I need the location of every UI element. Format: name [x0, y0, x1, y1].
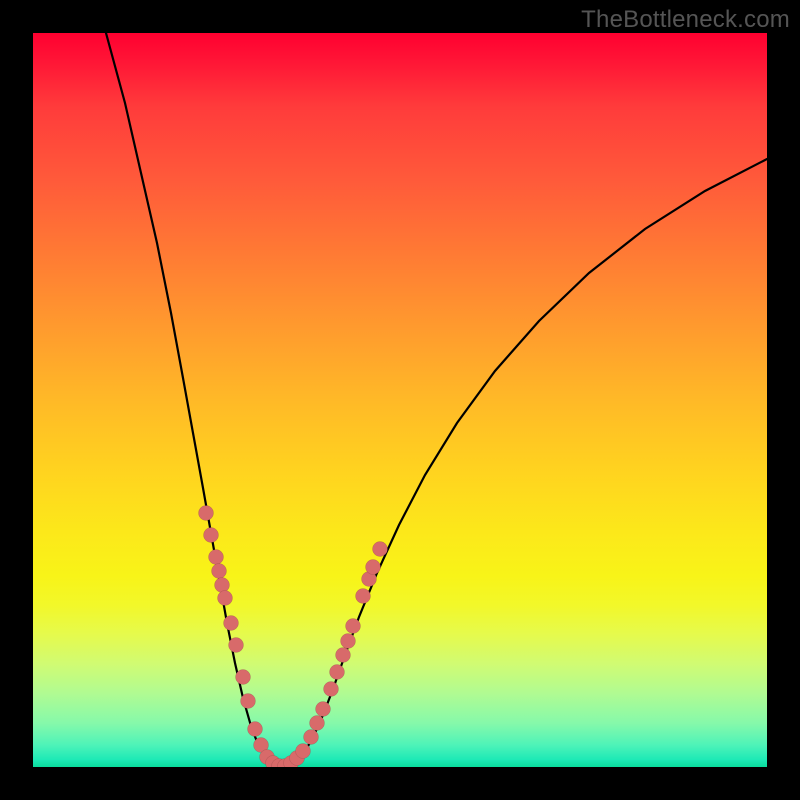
data-dot	[296, 744, 311, 759]
data-dot	[366, 560, 381, 575]
data-dot	[356, 589, 371, 604]
plot-area	[33, 33, 767, 767]
data-dot	[310, 716, 325, 731]
data-dot	[341, 634, 356, 649]
data-dot	[204, 528, 219, 543]
curve-right	[283, 159, 767, 767]
data-dot	[336, 648, 351, 663]
data-dot	[224, 616, 239, 631]
data-dot	[304, 730, 319, 745]
data-dot	[241, 694, 256, 709]
data-dot	[229, 638, 244, 653]
data-dot	[212, 564, 227, 579]
chart-container: TheBottleneck.com	[0, 0, 800, 800]
chart-svg	[33, 33, 767, 767]
data-dots	[199, 506, 388, 768]
data-dot	[373, 542, 388, 557]
data-dot	[324, 682, 339, 697]
data-dot	[248, 722, 263, 737]
data-dot	[316, 702, 331, 717]
data-dot	[236, 670, 251, 685]
data-dot	[330, 665, 345, 680]
data-dot	[215, 578, 230, 593]
watermark-text: TheBottleneck.com	[581, 6, 790, 34]
curve-left	[106, 33, 283, 767]
data-dot	[209, 550, 224, 565]
data-dot	[346, 619, 361, 634]
data-dot	[199, 506, 214, 521]
data-dot	[218, 591, 233, 606]
